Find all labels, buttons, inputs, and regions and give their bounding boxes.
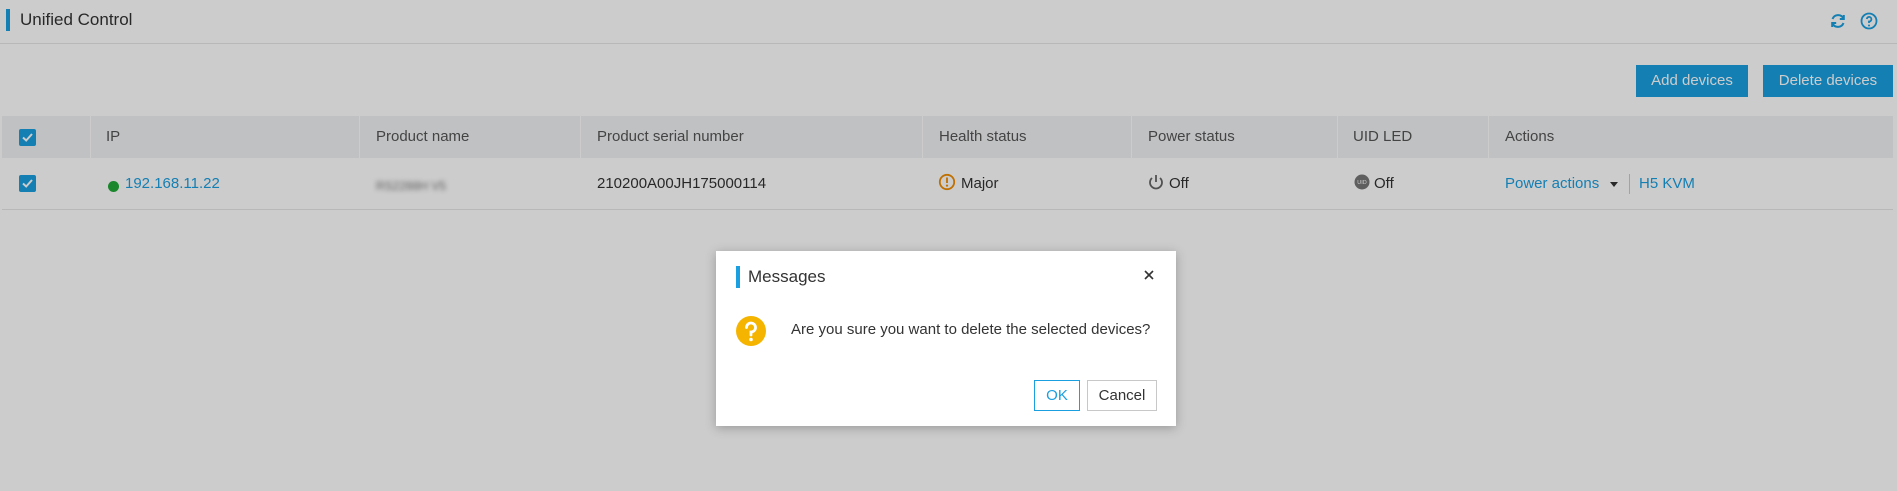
ok-button[interactable]: OK xyxy=(1034,380,1080,411)
confirm-delete-dialog: Messages Are you sure you want to delete… xyxy=(716,251,1176,426)
unified-control-page: Unified Control Add devices Delete devic… xyxy=(0,0,1897,491)
question-icon xyxy=(735,315,767,347)
dialog-message: Are you sure you want to delete the sele… xyxy=(791,321,1151,338)
dialog-accent-bar xyxy=(736,266,740,288)
dialog-title: Messages xyxy=(748,267,826,286)
close-icon[interactable] xyxy=(1140,266,1158,284)
cancel-button[interactable]: Cancel xyxy=(1087,380,1157,411)
